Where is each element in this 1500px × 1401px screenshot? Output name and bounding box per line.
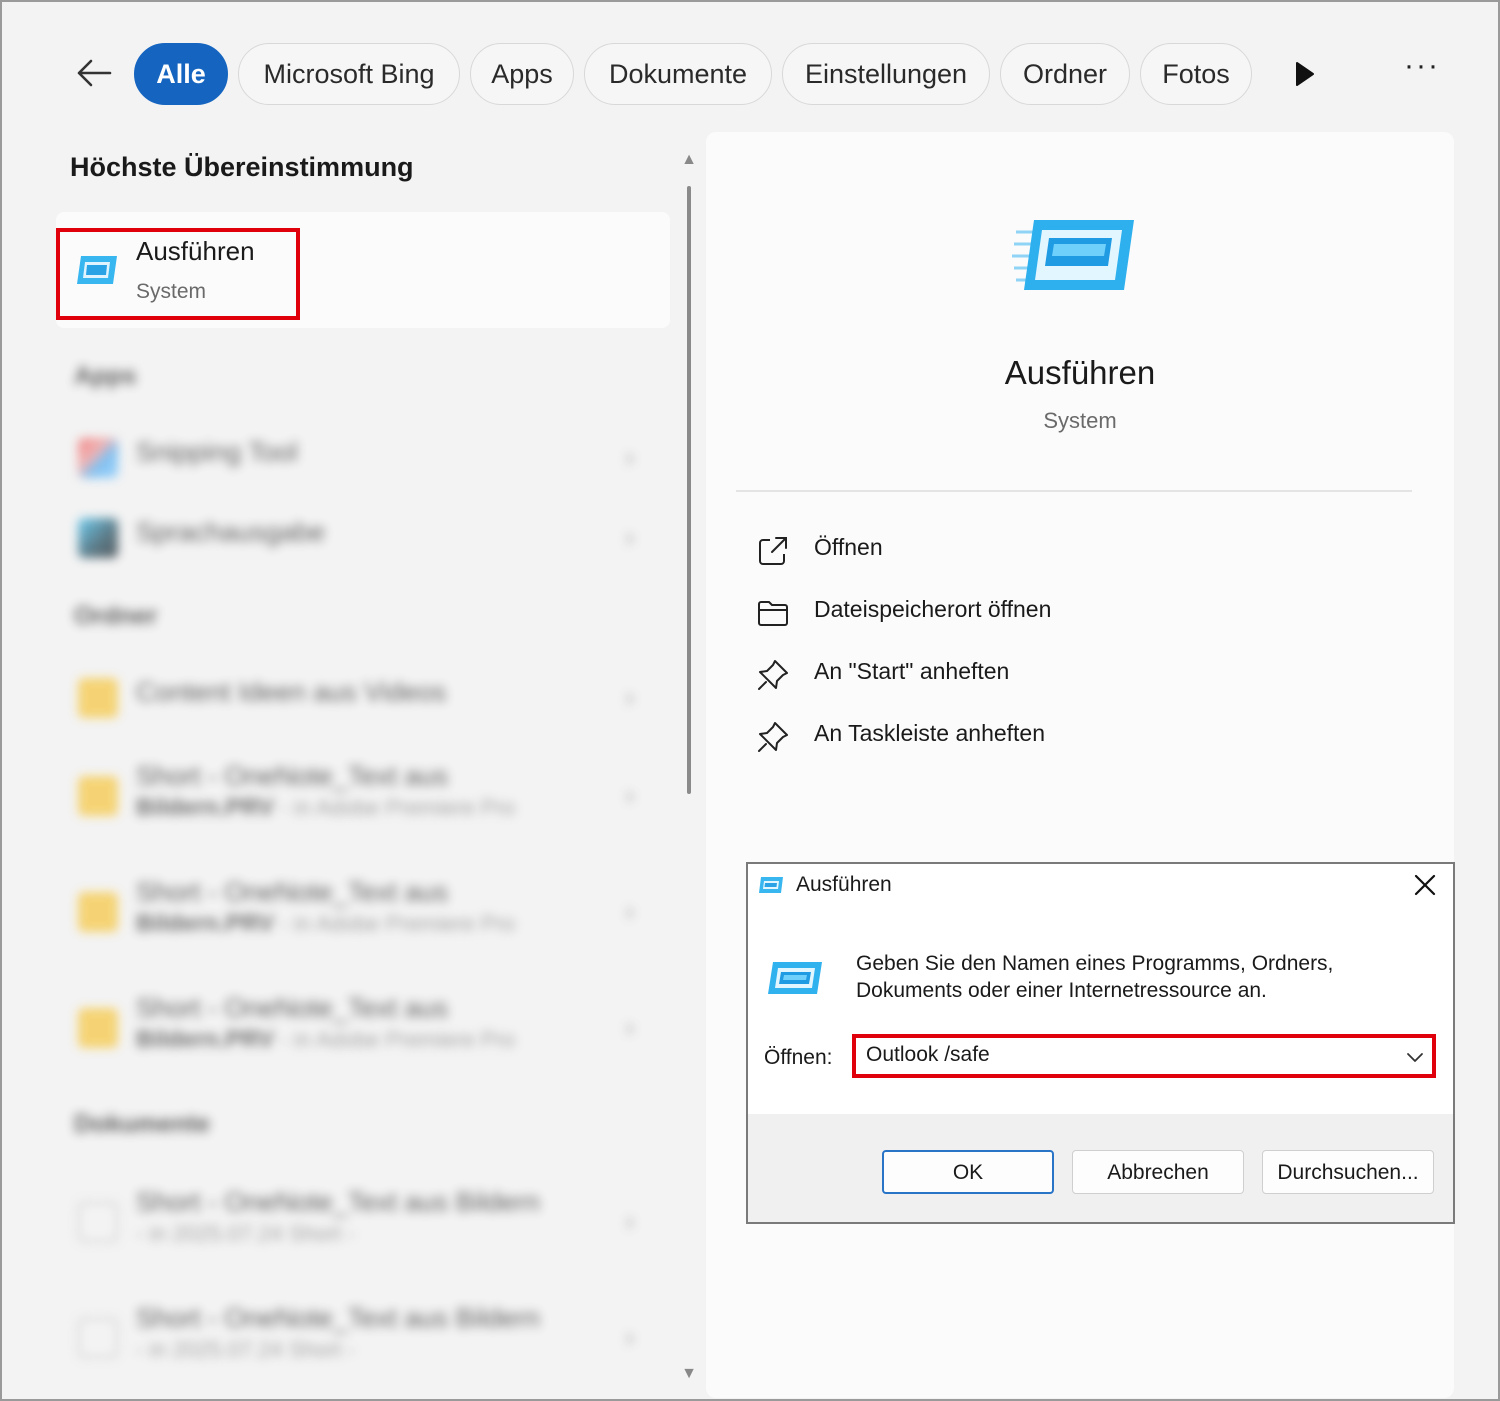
action-label: Dateispeicherort öffnen xyxy=(814,596,1052,622)
list-item[interactable]: Short - OneNote_Text aus Bildern.PRV - i… xyxy=(74,868,644,958)
action-label: Öffnen xyxy=(814,534,883,560)
tab-einstellungen[interactable]: Einstellungen xyxy=(782,43,990,105)
list-item-line1: Short - OneNote_Text aus xyxy=(136,761,449,791)
list-item-line1: Short - OneNote_Text aus xyxy=(136,877,449,907)
scroll-up-icon[interactable]: ▲ xyxy=(680,152,698,168)
documents-heading: Dokumente xyxy=(74,1110,211,1138)
list-item-line2: - in 2025.07.24 Short - xyxy=(136,1337,355,1362)
action-label: An Taskleiste anheften xyxy=(814,720,1046,746)
tab-microsoft-bing[interactable]: Microsoft Bing xyxy=(238,43,460,105)
best-match-subtitle: System xyxy=(136,280,207,303)
action-open-file-location[interactable]: Dateispeicherort öffnen xyxy=(756,588,1256,638)
document-icon xyxy=(78,1202,118,1242)
results-scrollbar[interactable]: ▲ ▼ xyxy=(680,152,698,1382)
run-icon xyxy=(1012,216,1140,303)
list-item[interactable]: Short - OneNote_Text aus Bildern - in 20… xyxy=(74,1178,644,1268)
arrow-left-icon xyxy=(77,59,112,87)
detail-subtitle: System xyxy=(1043,408,1117,433)
play-icon xyxy=(1296,62,1314,86)
list-item-label: Snipping Tool xyxy=(136,437,298,467)
action-label: An "Start" anheften xyxy=(814,658,1010,684)
scroll-down-icon[interactable]: ▼ xyxy=(680,1366,698,1382)
dialog-description: Geben Sie den Namen eines Programms, Ord… xyxy=(856,952,1334,1002)
tab-fotos[interactable]: Fotos xyxy=(1140,43,1252,105)
chevron-right-icon: › xyxy=(625,522,634,552)
list-item-line2: - in 2025.07.24 Short - xyxy=(136,1221,355,1246)
best-match-heading: Höchste Übereinstimmung xyxy=(70,152,414,182)
open-combobox[interactable]: Outlook /safe xyxy=(852,1034,1436,1078)
cancel-button[interactable]: Abbrechen xyxy=(1072,1150,1244,1194)
chevron-down-icon[interactable] xyxy=(1402,1044,1428,1070)
scroll-tabs-button[interactable] xyxy=(1286,56,1322,92)
action-pin-taskbar[interactable]: An Taskleiste anheften xyxy=(756,712,1256,762)
list-item[interactable]: Content Ideen aus Videos › xyxy=(74,668,644,728)
dialog-titlebar[interactable]: Ausführen xyxy=(748,864,1453,912)
dialog-title: Ausführen xyxy=(796,873,892,896)
list-item[interactable]: Sprachausgabe › xyxy=(74,508,644,568)
search-window: Alle Microsoft Bing Apps Dokumente Einst… xyxy=(0,0,1500,1401)
open-input-value[interactable]: Outlook /safe xyxy=(866,1043,990,1067)
list-item-line1: Short - OneNote_Text aus Bildern xyxy=(136,1303,540,1333)
more-options-button[interactable]: ··· xyxy=(1400,51,1444,92)
results-list: Höchste Übereinstimmung Ausführen System… xyxy=(2,132,702,1400)
chevron-right-icon: › xyxy=(625,682,634,712)
list-item[interactable]: Short - OneNote_Text aus Bildern.PRV - i… xyxy=(74,984,644,1074)
pin-icon xyxy=(758,722,788,752)
list-item-line1: Short - OneNote_Text aus xyxy=(136,993,449,1023)
tab-ordner[interactable]: Ordner xyxy=(1000,43,1130,105)
folder-icon xyxy=(78,776,118,816)
list-item[interactable]: Snipping Tool › xyxy=(74,428,644,488)
ok-button[interactable]: OK xyxy=(882,1150,1054,1194)
run-icon xyxy=(766,960,824,1001)
list-item[interactable]: Short - OneNote_Text aus Bildern.PRV - i… xyxy=(74,752,644,842)
best-match-item[interactable]: Ausführen System xyxy=(56,212,670,328)
folders-heading: Ordner xyxy=(74,602,158,630)
pin-icon xyxy=(758,660,788,690)
run-dialog: Ausführen Geben Sie den Namen eines Prog… xyxy=(746,862,1455,1224)
list-item-line1: Short - OneNote_Text aus Bildern xyxy=(136,1187,540,1217)
tab-dokumente[interactable]: Dokumente xyxy=(584,43,772,105)
list-item-line2: Bildern.PRV - in Adobe Premiere Pro xyxy=(136,1026,516,1053)
list-item-label: Sprachausgabe xyxy=(136,517,326,547)
chevron-right-icon: › xyxy=(625,1322,634,1352)
list-item-line2: Bildern.PRV - in Adobe Premiere Pro xyxy=(136,910,516,937)
folder-icon xyxy=(78,1008,118,1048)
dialog-footer: OK Abbrechen Durchsuchen... xyxy=(748,1114,1453,1222)
open-label: Öffnen: xyxy=(764,1046,833,1069)
list-item-line2: Bildern.PRV - in Adobe Premiere Pro xyxy=(136,794,516,821)
divider xyxy=(736,490,1412,492)
open-external-icon xyxy=(759,537,787,565)
list-item-label: Content Ideen aus Videos xyxy=(136,677,447,707)
back-button[interactable] xyxy=(66,48,122,98)
run-icon xyxy=(76,254,118,291)
tab-alle[interactable]: Alle xyxy=(134,43,228,105)
scroll-thumb[interactable] xyxy=(687,186,691,794)
folder-icon xyxy=(78,678,118,718)
browse-button[interactable]: Durchsuchen... xyxy=(1262,1150,1434,1194)
close-icon xyxy=(1414,874,1436,896)
chevron-right-icon: › xyxy=(625,1206,634,1236)
action-pin-start[interactable]: An "Start" anheften xyxy=(756,650,1256,700)
chevron-right-icon: › xyxy=(625,442,634,472)
document-icon xyxy=(78,1318,118,1358)
folder-icon xyxy=(758,601,788,626)
run-icon xyxy=(758,876,784,899)
apps-heading: Apps xyxy=(74,362,137,390)
folder-icon xyxy=(78,892,118,932)
close-button[interactable] xyxy=(1403,866,1447,906)
tab-apps[interactable]: Apps xyxy=(470,43,574,105)
chevron-right-icon: › xyxy=(625,1012,634,1042)
list-item[interactable]: Short - OneNote_Text aus Bildern - in 20… xyxy=(74,1294,644,1384)
narrator-icon xyxy=(78,518,118,558)
action-open[interactable]: Öffnen xyxy=(756,526,1256,576)
filter-bar: Alle Microsoft Bing Apps Dokumente Einst… xyxy=(2,2,1498,132)
snipping-tool-icon xyxy=(78,438,118,478)
chevron-right-icon: › xyxy=(625,780,634,810)
detail-title: Ausführen xyxy=(1004,354,1156,391)
chevron-right-icon: › xyxy=(625,896,634,926)
dialog-body: Geben Sie den Namen eines Programms, Ord… xyxy=(748,912,1453,1114)
best-match-title: Ausführen xyxy=(136,236,255,266)
